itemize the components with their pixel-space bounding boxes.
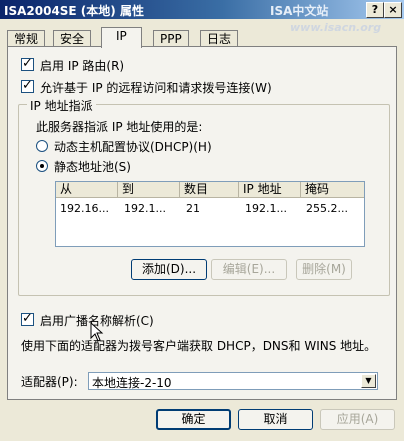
tab-general[interactable]: 常规 [7, 30, 46, 47]
chevron-down-icon[interactable]: ▼ [361, 374, 376, 388]
adapter-description: 使用下面的适配器为拨号客户端获取 DHCP，DNS和 WINS 地址。 [21, 339, 377, 353]
add-button[interactable]: 添加(D)... [131, 259, 207, 280]
title-bar: ISA2004SE (本地) 属性 ISA中文站 ? × [0, 0, 404, 19]
apply-button[interactable]: 应用(A) [320, 409, 395, 430]
address-pool-table[interactable]: 从 到 数目 IP 地址 掩码 192.16... 192.1... 21 19… [55, 181, 365, 247]
window-title: ISA2004SE (本地) 属性 [4, 4, 144, 18]
adapter-selected-value: 本地连接-2-10 [92, 376, 172, 390]
remove-button[interactable]: 删除(M) [296, 259, 352, 280]
mouse-cursor-icon [90, 322, 104, 342]
cell-from: 192.16... [60, 202, 109, 215]
cancel-button[interactable]: 取消 [238, 409, 313, 430]
close-button[interactable]: × [384, 2, 402, 18]
tab-log[interactable]: 日志 [200, 30, 239, 47]
adapter-label: 适配器(P): [21, 375, 78, 389]
static-pool-radio[interactable] [36, 160, 48, 172]
ip-assignment-legend: IP 地址指派 [27, 97, 96, 114]
allow-ip-remote-checkbox[interactable] [21, 78, 34, 93]
cell-ip-address: 192.1... [245, 202, 287, 215]
ok-button[interactable]: 确定 [156, 409, 231, 430]
tab-security[interactable]: 安全 [53, 30, 92, 47]
watermark-url: www.isacn.org [290, 21, 382, 34]
table-header: 从 到 数目 IP 地址 掩码 [56, 182, 364, 198]
column-header-ip-address[interactable]: IP 地址 [239, 182, 301, 198]
column-header-to[interactable]: 到 [118, 182, 180, 198]
column-header-from[interactable]: 从 [56, 182, 118, 198]
help-button[interactable]: ? [366, 2, 384, 18]
tab-ip[interactable]: IP [101, 27, 142, 48]
column-header-count[interactable]: 数目 [180, 182, 239, 198]
dhcp-radio[interactable] [36, 140, 48, 152]
tab-ppp[interactable]: PPP [153, 30, 189, 47]
cell-to: 192.1... [124, 202, 166, 215]
adapter-dropdown[interactable]: 本地连接-2-10 ▼ [88, 372, 378, 390]
dhcp-radio-label: 动态主机配置协议(DHCP)(H) [54, 140, 212, 154]
watermark-logo-text: ISA中文站 [270, 4, 329, 18]
cell-mask: 255.2... [306, 202, 348, 215]
enable-ip-routing-checkbox[interactable] [21, 56, 34, 71]
column-header-mask[interactable]: 掩码 [301, 182, 364, 198]
enable-ip-routing-label: 启用 IP 路由(R) [40, 59, 125, 73]
edit-button[interactable]: 编辑(E)... [211, 259, 287, 280]
ip-assignment-description: 此服务器指派 IP 地址使用的是: [36, 120, 203, 134]
cell-count: 21 [186, 202, 200, 215]
allow-ip-remote-label: 允许基于 IP 的远程访问和请求拨号连接(W) [40, 81, 272, 95]
static-pool-radio-label: 静态地址池(S) [54, 160, 131, 174]
broadcast-name-resolution-checkbox[interactable] [21, 311, 34, 326]
